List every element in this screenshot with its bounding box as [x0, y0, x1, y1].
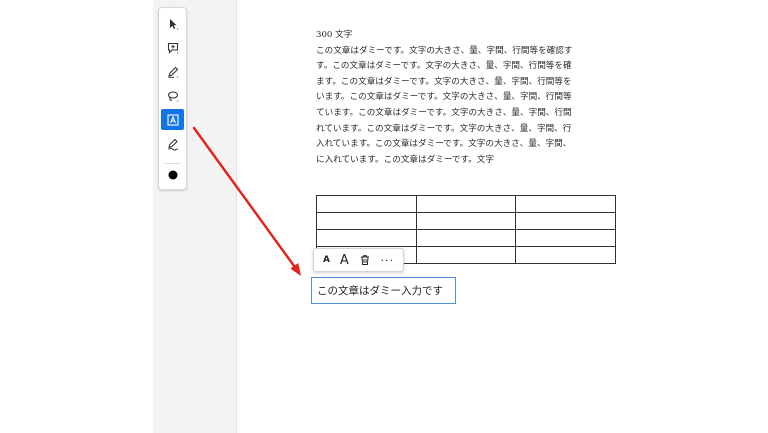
annotation-arrow [192, 126, 301, 276]
